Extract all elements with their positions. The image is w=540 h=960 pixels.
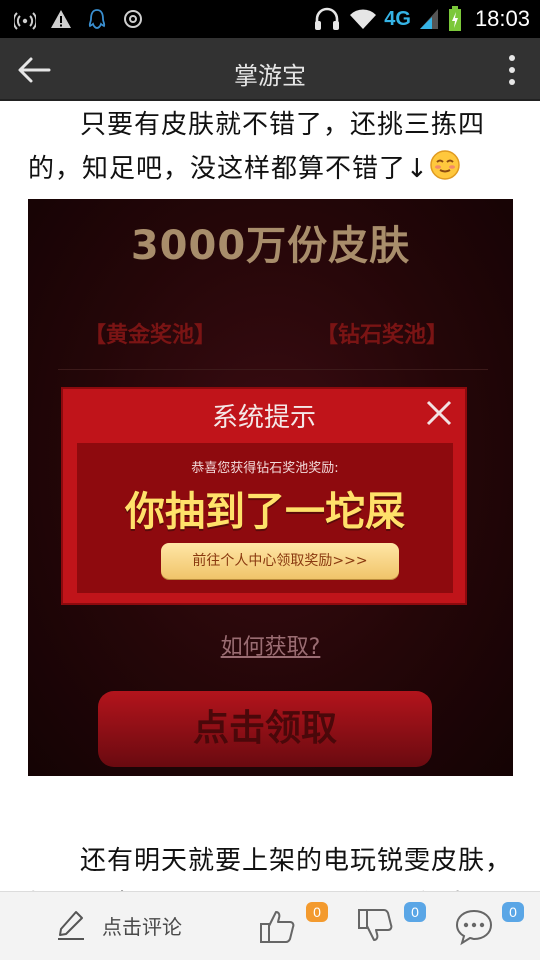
speech-bubble-icon — [455, 909, 493, 946]
thumbs-down-icon — [358, 909, 393, 941]
wifi-signal-icon — [14, 8, 36, 30]
article-content[interactable]: 只要有皮肤就不错了，还挑三拣四的，知足吧，没这样都算不错了↓ 3000万份皮肤 … — [0, 101, 540, 891]
close-icon — [423, 397, 455, 429]
diamond-pool-label: 【钻石奖池】 — [316, 323, 449, 348]
overflow-menu-icon — [509, 55, 515, 61]
warning-icon — [50, 8, 72, 30]
headphones-icon — [312, 7, 342, 30]
relieved-face-emoji — [430, 150, 460, 180]
comment-label: 点击评论 — [102, 914, 182, 939]
comments-button[interactable]: 0 — [454, 902, 524, 950]
status-bar: 4G 18:03 — [0, 0, 540, 38]
status-right-icons: 4G 18:03 — [312, 4, 530, 34]
app-bar: 掌游宝 — [0, 38, 540, 101]
dialog-subtitle: 恭喜您获得钻石奖池奖励: — [191, 461, 339, 476]
promo-title: 3000万份皮肤 — [130, 223, 411, 269]
comment-button[interactable]: 点击评论 — [54, 908, 182, 942]
like-button[interactable]: 0 — [258, 902, 328, 950]
claim-reward-link: 前往个人中心领取奖励>>> — [161, 543, 399, 579]
claim-button: 点击领取 — [98, 691, 432, 767]
pencil-icon — [58, 911, 84, 940]
cell-signal-icon — [417, 8, 441, 30]
like-count-badge: 0 — [306, 902, 328, 922]
dislike-button[interactable]: 0 — [356, 902, 426, 950]
comment-count-badge: 0 — [502, 902, 524, 922]
dialog-message: 你抽到了一坨屎 — [125, 489, 405, 535]
dialog-title: 系统提示 — [211, 403, 316, 433]
status-left-icons — [14, 8, 144, 30]
system-dialog: 系统提示 恭喜您获得钻石奖池奖励: 你抽到了一坨屎 前往个人中心领取奖励>>> — [61, 387, 467, 605]
overflow-menu-button[interactable] — [502, 50, 522, 90]
how-to-get-link: 如何获取? — [220, 635, 321, 660]
network-type-label: 4G — [384, 7, 411, 30]
paragraph-text: 只要有皮肤就不错了，还挑三拣四的，知足吧，没这样都算不错了↓ — [28, 110, 486, 184]
sync-icon — [122, 8, 144, 30]
gold-pool-label: 【黄金奖池】 — [84, 323, 217, 348]
page-title: 掌游宝 — [234, 62, 306, 90]
article-paragraph: 还有明天就要上架的电玩锐雯皮肤， 据传是岁价99，买价120，但是有韩服这 — [28, 846, 513, 891]
clock: 18:03 — [474, 6, 530, 31]
thumbs-up-icon — [260, 911, 295, 943]
battery-charging-icon — [447, 6, 463, 31]
article-paragraph: 只要有皮肤就不错了，还挑三拣四的，知足吧，没这样都算不错了↓ — [28, 103, 512, 191]
action-bar: 点击评论 0 0 0 — [0, 891, 540, 960]
qq-icon — [86, 8, 108, 30]
article-image[interactable]: 3000万份皮肤 【黄金奖池】 【钻石奖池】 系统提示 恭喜您获得钻石奖池奖励:… — [28, 199, 513, 776]
wifi-icon — [348, 8, 378, 30]
dislike-count-badge: 0 — [404, 902, 426, 922]
dialog-body: 恭喜您获得钻石奖池奖励: 你抽到了一坨屎 前往个人中心领取奖励>>> — [77, 443, 453, 593]
